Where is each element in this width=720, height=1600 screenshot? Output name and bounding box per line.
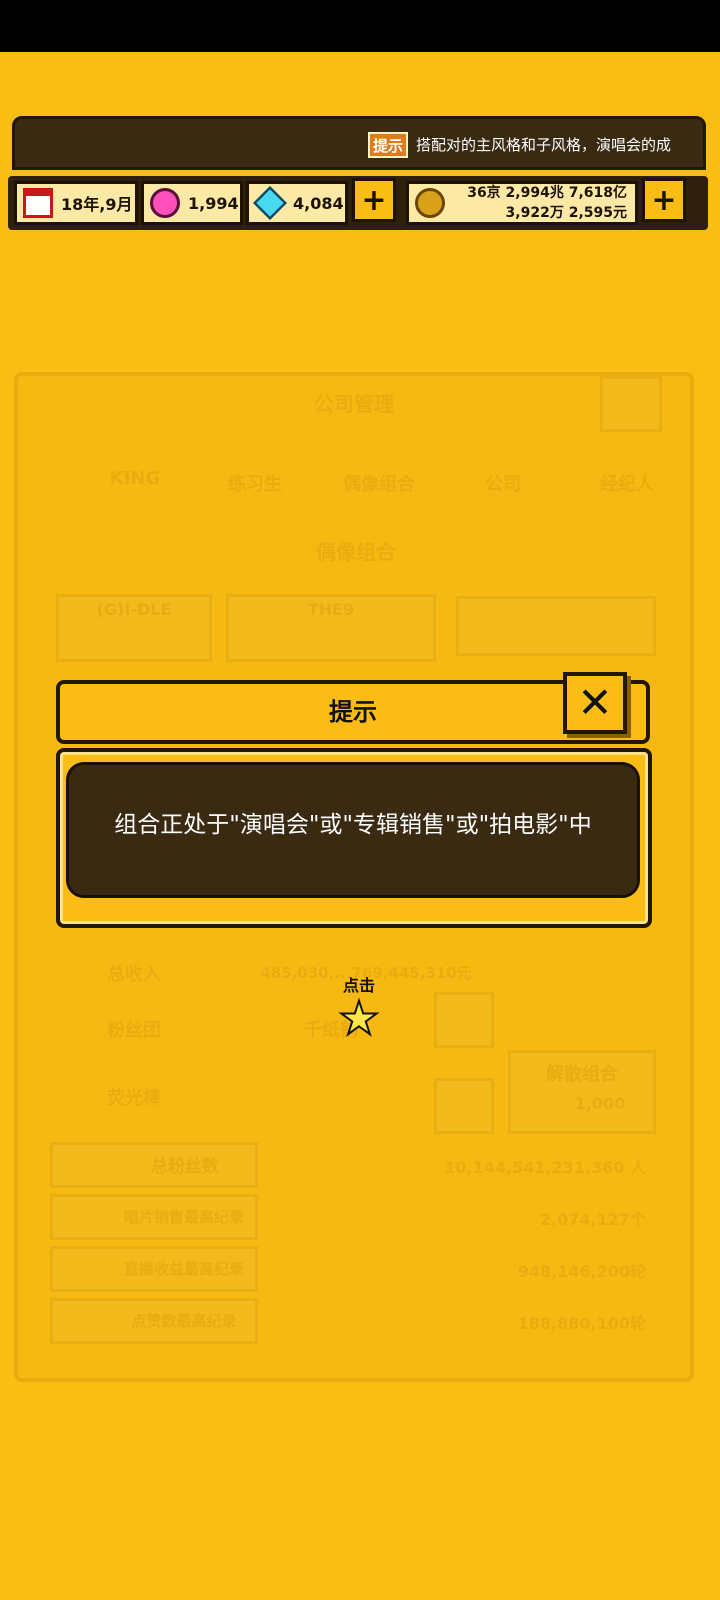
money-display: 36京 2,994兆 7,618亿 3,922万 2,595元 [406, 181, 638, 225]
money-line-1: 36京 2,994兆 7,618亿 [467, 185, 627, 201]
blue-gem-icon [253, 186, 287, 220]
dialog-title: 提示 [329, 698, 377, 726]
date-display: 18年,9月 [14, 181, 138, 225]
stat-value: 188,880,100轮 [517, 1314, 646, 1333]
tab-manager: 经纪人 [600, 474, 654, 495]
status-bar [0, 0, 720, 52]
edit-lightstick-button [434, 1078, 494, 1134]
group-name: (G)I-DLE [96, 600, 172, 619]
tab-idol-group: 偶像组合 [343, 474, 415, 495]
calendar-icon [23, 188, 53, 218]
stat-value: 948,146,200轮 [517, 1262, 646, 1281]
tip-ticker-text: 搭配对的主风格和子风格，演唱会的成 [416, 136, 672, 154]
stat-label: 总粉丝数 [151, 1157, 219, 1177]
tab-trainee: 练习生 [228, 474, 282, 495]
star-icon[interactable]: ★ [330, 994, 388, 1042]
tip-badge: 提示 [368, 132, 408, 158]
pink-gem-icon [150, 188, 180, 218]
blue-gem-count: 4,084 [293, 193, 344, 213]
dialog-message: 组合正处于"演唱会"或"专辑销售"或"拍电影"中 [114, 812, 592, 838]
row-label: 荧光棒 [107, 1088, 161, 1109]
close-icon: ✕ [577, 678, 613, 727]
blue-gem-counter: 4,084 [246, 181, 348, 225]
coin-icon [415, 188, 445, 218]
tab-company: 公司 [485, 474, 521, 495]
edit-fanclub-button [434, 992, 494, 1048]
pink-gem-counter: 1,994 [141, 181, 243, 225]
panel-title: 公司管理 [314, 392, 394, 416]
disband-cost: 1,000 [574, 1094, 626, 1113]
group-card-empty [456, 596, 656, 656]
disband-label: 解散组合 [546, 1064, 618, 1085]
add-money-button[interactable]: + [642, 178, 686, 222]
row-label: 粉丝团 [107, 1020, 161, 1041]
stat-label: 唱片销售最高纪录 [123, 1208, 244, 1226]
stat-value: 2,074,127个 [539, 1210, 646, 1229]
stat-label: 直播收益最高纪录 [123, 1260, 244, 1278]
panel-close-bg [600, 376, 662, 432]
stat-value: 10,144,541,231,360 人 [444, 1158, 646, 1177]
pink-gem-count: 1,994 [188, 193, 239, 213]
tab-king: KING [109, 468, 161, 489]
row-label: 总收入 [107, 964, 161, 985]
money-line-2: 3,922万 2,595元 [505, 205, 627, 221]
dialog-close-button[interactable]: ✕ [563, 672, 627, 734]
date-text: 18年,9月 [61, 195, 133, 214]
section-title: 偶像组合 [316, 540, 396, 564]
group-name: THE9 [307, 600, 355, 619]
stat-label: 点赞数最高纪录 [131, 1312, 237, 1330]
add-gems-button[interactable]: + [352, 178, 396, 222]
